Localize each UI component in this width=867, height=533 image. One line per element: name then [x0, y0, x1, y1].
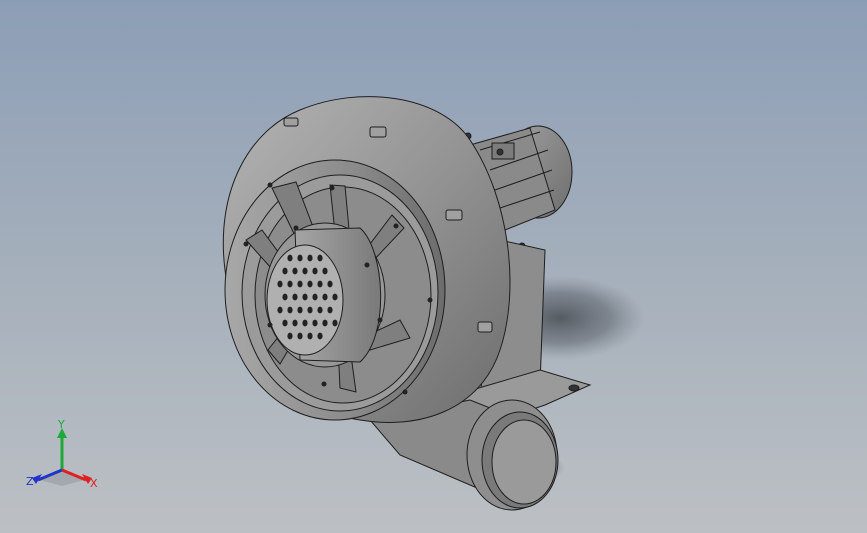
perforation-hole: [282, 293, 288, 301]
perforation-hole: [317, 332, 323, 340]
perforation-hole: [287, 280, 293, 288]
orientation-triad[interactable]: Y X Z: [22, 418, 112, 498]
perforation-hole: [317, 280, 323, 288]
perforation-hole: [307, 280, 313, 288]
perforation-hole: [312, 319, 318, 327]
perforation-hole: [327, 306, 333, 314]
perforation-hole: [322, 267, 328, 275]
perforation-hole: [287, 254, 293, 262]
perforation-hole: [282, 319, 288, 327]
perforation-hole: [312, 267, 318, 275]
perforation-hole: [292, 293, 298, 301]
perforation-hole: [317, 306, 323, 314]
perforation-hole: [277, 306, 283, 314]
perforation-hole: [302, 293, 308, 301]
perforation-hole: [277, 280, 283, 288]
perforation-hole: [292, 267, 298, 275]
triad-x-label: X: [90, 477, 98, 490]
triad-z-label: Z: [26, 475, 34, 488]
perforation-hole: [307, 254, 313, 262]
perforation-hole: [332, 293, 338, 301]
perforation-hole: [282, 267, 288, 275]
perforation-hole: [327, 280, 333, 288]
perforation-hole: [302, 319, 308, 327]
perforation-hole: [297, 280, 303, 288]
perforation-hole: [312, 293, 318, 301]
blower-3d-model[interactable]: [0, 0, 867, 533]
perforation-hole: [332, 319, 338, 327]
perforation-hole: [307, 306, 313, 314]
perforation-hole: [322, 293, 328, 301]
perforation-hole: [292, 319, 298, 327]
perforation-hole: [297, 254, 303, 262]
perforation-hole: [287, 332, 293, 340]
triad-y-label: Y: [57, 418, 65, 431]
perforation-hole: [307, 332, 313, 340]
perforation-hole: [302, 267, 308, 275]
perforation-hole: [317, 254, 323, 262]
perforation-hole: [287, 306, 293, 314]
perforation-hole: [297, 306, 303, 314]
graphics-viewport[interactable]: Y X Z: [0, 0, 867, 533]
perforation-hole: [322, 319, 328, 327]
perforation-hole: [297, 332, 303, 340]
